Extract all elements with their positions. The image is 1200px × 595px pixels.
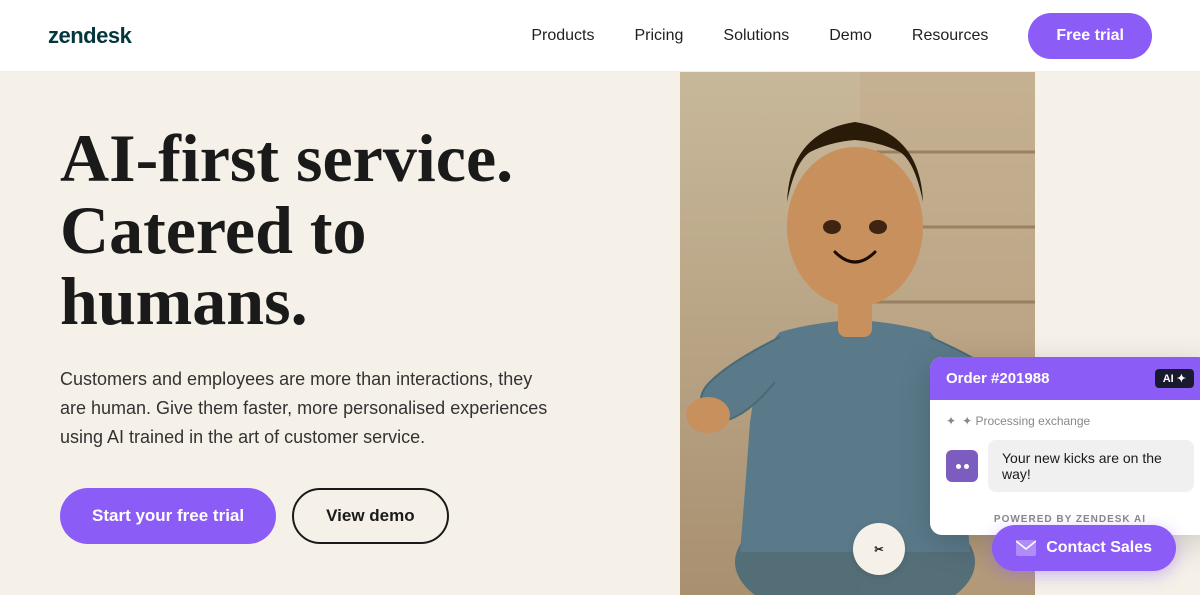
view-demo-button[interactable]: View demo xyxy=(292,488,449,544)
nav-item-solutions[interactable]: Solutions xyxy=(723,27,789,45)
nav-item-resources[interactable]: Resources xyxy=(912,27,988,45)
avatar-dot-2 xyxy=(964,464,969,469)
nav-item-products[interactable]: Products xyxy=(531,27,594,45)
nav-link-pricing[interactable]: Pricing xyxy=(635,27,684,44)
chat-header: Order #201988 AI ✦ xyxy=(930,357,1200,400)
navigation: zendesk Products Pricing Solutions Demo … xyxy=(0,0,1200,72)
chat-processing: ✦ ✦ Processing exchange xyxy=(946,414,1194,428)
processing-text: ✦ Processing exchange xyxy=(962,414,1090,428)
nav-link-resources[interactable]: Resources xyxy=(912,27,988,44)
ai-badge: AI ✦ xyxy=(1155,369,1194,388)
processing-icon: ✦ xyxy=(946,414,956,428)
nav-link-products[interactable]: Products xyxy=(531,27,594,44)
avatar-dot-1 xyxy=(956,464,961,469)
nav-link-solutions[interactable]: Solutions xyxy=(723,27,789,44)
avatar-dots xyxy=(956,464,969,469)
nav-link-demo[interactable]: Demo xyxy=(829,27,872,44)
chat-body: ✦ ✦ Processing exchange Your new kicks a… xyxy=(930,400,1200,506)
logo-text: zendesk xyxy=(48,23,131,48)
hero-left: AI-first service. Catered to humans. Cus… xyxy=(0,72,680,595)
chat-message-row: Your new kicks are on the way! xyxy=(946,440,1194,492)
chat-message-bubble: Your new kicks are on the way! xyxy=(988,440,1194,492)
nav-links: Products Pricing Solutions Demo Resource… xyxy=(531,27,988,45)
logo[interactable]: zendesk xyxy=(48,23,131,49)
contact-sales-button[interactable]: Contact Sales xyxy=(992,525,1176,571)
headline-line3: humans. xyxy=(60,263,308,339)
hero-subtext: Customers and employees are more than in… xyxy=(60,365,560,451)
envelope-icon xyxy=(1016,540,1036,556)
nav-item-pricing[interactable]: Pricing xyxy=(635,27,684,45)
scissors-icon: ✂ xyxy=(874,543,883,556)
free-trial-button[interactable]: Free trial xyxy=(1028,13,1152,59)
hero-headline: AI-first service. Catered to humans. xyxy=(60,123,620,337)
chat-widget: Order #201988 AI ✦ ✦ ✦ Processing exchan… xyxy=(930,357,1200,535)
hero-right: Order #201988 AI ✦ ✦ ✦ Processing exchan… xyxy=(680,72,1200,595)
chat-order-number: Order #201988 xyxy=(946,370,1049,387)
headline-line2: Catered to xyxy=(60,192,367,268)
contact-sales-label: Contact Sales xyxy=(1046,539,1152,557)
discount-badge: ✂ xyxy=(853,523,905,575)
bot-avatar xyxy=(946,450,978,482)
hero-image: Order #201988 AI ✦ ✦ ✦ Processing exchan… xyxy=(680,72,1200,595)
nav-item-demo[interactable]: Demo xyxy=(829,27,872,45)
hero-section: AI-first service. Catered to humans. Cus… xyxy=(0,72,1200,595)
headline-line1: AI-first service. xyxy=(60,120,513,196)
hero-buttons: Start your free trial View demo xyxy=(60,488,620,544)
start-free-trial-button[interactable]: Start your free trial xyxy=(60,488,276,544)
